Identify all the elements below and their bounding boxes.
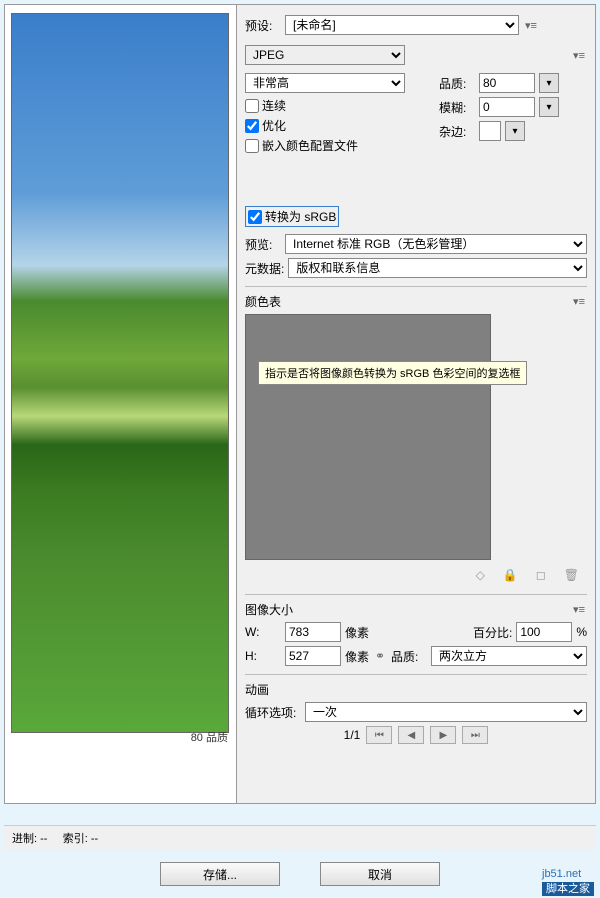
- preview-srgb-select[interactable]: Internet 标准 RGB（无色彩管理）: [285, 234, 587, 254]
- preset-menu-icon[interactable]: ▾≡: [523, 19, 539, 32]
- page-indicator: 1/1: [344, 728, 361, 742]
- loop-label: 循环选项:: [245, 704, 301, 721]
- preset-label: 预设:: [245, 17, 281, 34]
- settings-panel: 预设: [未命名] ▾≡ JPEG ▾≡ 非常高 连续 优化 嵌入颜色配置: [237, 5, 595, 803]
- width-unit: 像素: [345, 624, 369, 641]
- prev-frame-button[interactable]: ◀: [398, 726, 424, 744]
- optimize-checkbox[interactable]: 优化: [245, 117, 429, 134]
- metadata-select[interactable]: 版权和联系信息: [288, 258, 587, 278]
- matte-label: 杂边:: [439, 123, 475, 140]
- blur-stepper[interactable]: ▾: [539, 97, 559, 117]
- preview-quality-tag: 80 品质: [191, 729, 228, 745]
- next-frame-button[interactable]: ▶: [430, 726, 456, 744]
- matte-swatch[interactable]: [479, 121, 501, 141]
- resample-label: 品质:: [391, 648, 427, 665]
- convert-srgb-checkbox[interactable]: 转换为 sRGB: [245, 206, 339, 227]
- image-size-menu-icon[interactable]: ▾≡: [571, 603, 587, 616]
- percent-input[interactable]: [516, 622, 572, 642]
- blur-label: 模糊:: [439, 99, 475, 116]
- ct-lock-icon[interactable]: 🔒: [503, 568, 518, 582]
- srgb-tooltip: 指示是否将图像颜色转换为 sRGB 色彩空间的复选框: [258, 361, 527, 385]
- resample-select[interactable]: 两次立方: [431, 646, 587, 666]
- image-size-label: 图像大小: [245, 601, 293, 618]
- format-select[interactable]: JPEG: [245, 45, 405, 65]
- quality-input[interactable]: [479, 73, 535, 93]
- height-unit: 像素: [345, 648, 369, 665]
- status-bar: 进制: -- 索引: --: [4, 825, 596, 850]
- preset-select[interactable]: [未命名]: [285, 15, 519, 35]
- preview-srgb-label: 预览:: [245, 236, 281, 253]
- save-button[interactable]: 存储...: [160, 862, 280, 886]
- preview-panel: 80 品质: [5, 5, 237, 803]
- quality-preset-select[interactable]: 非常高: [245, 73, 405, 93]
- ct-trash-icon[interactable]: 🗑: [564, 568, 579, 582]
- width-input[interactable]: [285, 622, 341, 642]
- last-frame-button[interactable]: ⏭: [462, 726, 488, 744]
- first-frame-button[interactable]: ⏮: [366, 726, 392, 744]
- height-input[interactable]: [285, 646, 341, 666]
- metadata-label: 元数据:: [245, 260, 284, 277]
- progressive-checkbox[interactable]: 连续: [245, 97, 429, 114]
- height-label: H:: [245, 649, 281, 663]
- quality-stepper[interactable]: ▾: [539, 73, 559, 93]
- color-table-toolbar: ◇ 🔒 ◻ 🗑: [245, 564, 587, 586]
- progress-status: 进制: --: [12, 833, 47, 845]
- ct-eyedropper-icon[interactable]: ◇: [476, 568, 485, 582]
- link-dimensions-icon[interactable]: ⚭: [373, 649, 387, 663]
- ct-new-icon[interactable]: ◻: [536, 568, 546, 582]
- watermark: jb51.net 脚本之家: [542, 868, 594, 896]
- loop-select[interactable]: 一次: [305, 702, 587, 722]
- percent-label: 百分比:: [473, 624, 512, 641]
- image-preview: [11, 13, 229, 733]
- width-label: W:: [245, 625, 281, 639]
- animation-label: 动画: [245, 681, 269, 698]
- embed-profile-checkbox[interactable]: 嵌入颜色配置文件: [245, 137, 429, 154]
- percent-unit: %: [576, 625, 587, 639]
- color-table-menu-icon[interactable]: ▾≡: [571, 295, 587, 308]
- index-status: 索引: --: [63, 833, 98, 845]
- cancel-button[interactable]: 取消: [320, 862, 440, 886]
- format-menu-icon[interactable]: ▾≡: [571, 49, 587, 62]
- blur-input[interactable]: [479, 97, 535, 117]
- matte-dropdown[interactable]: ▾: [505, 121, 525, 141]
- quality-label: 品质:: [439, 75, 475, 92]
- color-table-area: [245, 314, 491, 560]
- color-table-label: 颜色表: [245, 293, 281, 310]
